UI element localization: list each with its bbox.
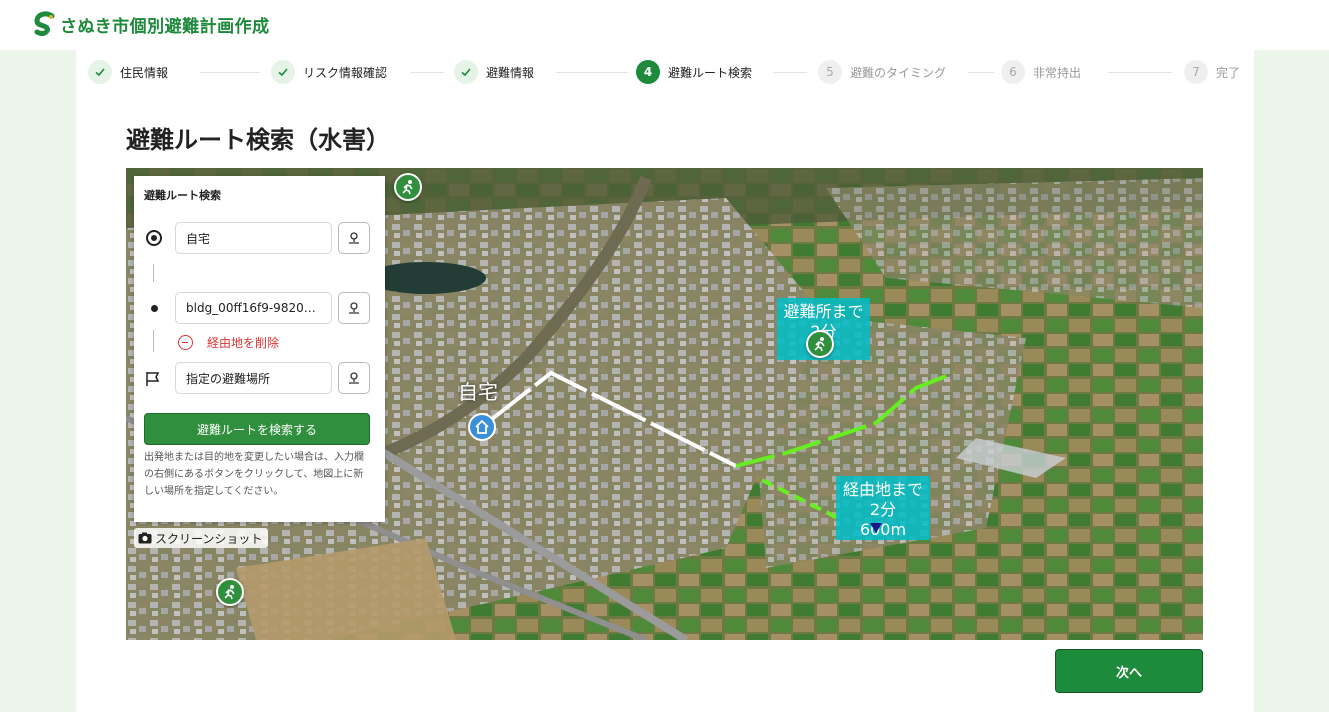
step-connector <box>556 72 628 73</box>
step-timing[interactable]: 5 避難のタイミング <box>818 60 946 84</box>
home-map-label: 自宅 <box>458 380 498 404</box>
app-title[interactable]: さぬき市個別避難計画作成 <box>60 12 270 37</box>
route-connector-line <box>153 330 154 352</box>
sanuki-city-logo-icon <box>34 11 55 36</box>
step-number: 6 <box>1001 60 1025 84</box>
step-label: 避難のタイミング <box>850 65 947 80</box>
route-map[interactable]: 避難所まで 2分 経由地まで 2分 600m 自宅 避難ルート検索 自宅 bld <box>126 168 1203 640</box>
map-pin-icon <box>349 372 359 384</box>
screenshot-button-label: スクリーンショット <box>155 531 263 546</box>
step-number: 4 <box>636 60 660 84</box>
route-search-panel: 避難ルート検索 自宅 bldg_00ff16f9-9820… 経由地を削除 指定… <box>134 176 385 522</box>
check-icon <box>271 60 295 84</box>
step-connector <box>968 72 994 73</box>
home-marker[interactable] <box>468 413 496 441</box>
step-label: 非常持出 <box>1033 65 1082 80</box>
destination-input[interactable]: 指定の避難場所 <box>175 362 332 394</box>
route-connector-line <box>153 264 154 282</box>
home-icon <box>475 420 489 434</box>
step-complete[interactable]: 7 完了 <box>1184 60 1240 84</box>
origin-radio-icon <box>146 230 162 246</box>
waypoint-map-pick-button[interactable] <box>338 292 370 324</box>
camera-icon <box>138 532 152 544</box>
waypoint-label-line2: 2分 <box>869 500 897 519</box>
waypoint-label-line3: 600m <box>859 520 907 539</box>
evacuation-shelter-marker[interactable] <box>216 578 244 606</box>
waypoint-input[interactable]: bldg_00ff16f9-9820… <box>175 292 332 324</box>
remove-waypoint-label: 経由地を削除 <box>207 336 280 350</box>
step-risk-info[interactable]: リスク情報確認 <box>271 60 387 84</box>
running-person-icon <box>814 337 825 352</box>
waypoint-dot-icon <box>151 305 158 312</box>
route-panel-title: 避難ルート検索 <box>144 189 221 202</box>
step-emergency-items[interactable]: 6 非常持出 <box>1001 60 1081 84</box>
next-button[interactable]: 次へ <box>1055 649 1203 693</box>
step-label: 避難ルート検索 <box>668 65 753 80</box>
check-icon <box>454 60 478 84</box>
page-title: 避難ルート検索（水害） <box>126 126 390 154</box>
step-connector <box>200 72 260 73</box>
screenshot-button[interactable]: スクリーンショット <box>134 528 269 548</box>
step-label: 住民情報 <box>120 65 169 80</box>
step-connector <box>773 72 807 73</box>
running-person-icon <box>224 585 235 600</box>
step-label: 避難情報 <box>486 65 535 80</box>
step-evacuation-info[interactable]: 避難情報 <box>454 60 534 84</box>
step-label: 完了 <box>1216 65 1241 80</box>
running-person-icon <box>402 180 413 195</box>
step-number: 5 <box>818 60 842 84</box>
shelter-label-line1: 避難所まで <box>783 302 864 321</box>
waypoint-marker-icon[interactable] <box>870 523 882 533</box>
map-pin-icon <box>349 302 359 314</box>
waypoint-time-label: 経由地まで 2分 600m <box>836 476 930 540</box>
step-route-search[interactable]: 4 避難ルート検索 <box>636 60 752 84</box>
step-resident-info[interactable]: 住民情報 <box>88 60 168 84</box>
destination-shelter-marker[interactable] <box>806 330 834 358</box>
step-connector <box>410 72 444 73</box>
check-icon <box>88 60 112 84</box>
progress-stepper: 住民情報 リスク情報確認 避難情報 4 避難ルート検索 5 避難のタイミング 6… <box>76 50 1254 94</box>
origin-input[interactable]: 自宅 <box>175 222 332 254</box>
waypoint-label-line1: 経由地まで <box>842 480 923 499</box>
origin-map-pick-button[interactable] <box>338 222 370 254</box>
evacuation-shelter-marker[interactable] <box>394 173 422 201</box>
map-pin-icon <box>349 232 359 244</box>
app-header: さぬき市個別避難計画作成 <box>0 0 1329 50</box>
step-label: リスク情報確認 <box>303 65 388 80</box>
main-panel: 住民情報 リスク情報確認 避難情報 4 避難ルート検索 5 避難のタイミング 6… <box>76 50 1254 712</box>
search-route-button[interactable]: 避難ルートを検索する <box>144 413 370 445</box>
flag-icon <box>146 372 160 386</box>
destination-map-pick-button[interactable] <box>338 362 370 394</box>
step-number: 7 <box>1184 60 1208 84</box>
route-help-text: 出発地または目的地を変更したい場合は、入力欄の右側にあるボタンをクリックして、地… <box>144 452 364 497</box>
step-connector <box>1108 72 1172 73</box>
minus-circle-icon <box>178 335 193 350</box>
remove-waypoint-button[interactable]: 経由地を削除 <box>178 334 279 351</box>
